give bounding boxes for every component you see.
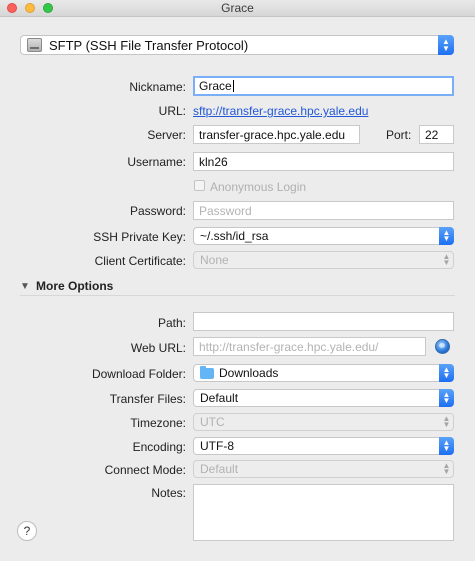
- encoding-select[interactable]: UTF-8 ▲ ▼: [193, 437, 454, 455]
- divider: [20, 295, 455, 296]
- window-title: Grace: [221, 1, 254, 15]
- notes-textarea[interactable]: [193, 484, 454, 541]
- title-bar: Grace: [0, 0, 475, 17]
- ssh-key-label: SSH Private Key:: [93, 230, 186, 244]
- transfer-files-label: Transfer Files:: [109, 392, 186, 406]
- folder-icon: [200, 366, 214, 379]
- download-folder-label: Download Folder:: [91, 367, 186, 381]
- port-label: Port:: [386, 128, 412, 142]
- nickname-value: Grace: [199, 79, 232, 93]
- username-label: Username:: [127, 155, 186, 169]
- chevron-updown-icon: ▲ ▼: [439, 437, 454, 455]
- transfer-files-select[interactable]: Default ▲ ▼: [193, 389, 454, 407]
- server-label: Server:: [147, 128, 186, 142]
- web-url-label: Web URL:: [130, 341, 186, 355]
- text-cursor: [232, 80, 234, 92]
- encoding-label: Encoding:: [132, 440, 186, 454]
- path-label: Path:: [157, 316, 186, 330]
- server-field[interactable]: transfer-grace.hpc.yale.edu: [193, 125, 360, 144]
- password-field[interactable]: Password: [193, 201, 454, 220]
- connect-mode-label: Connect Mode:: [104, 463, 186, 477]
- server-value: transfer-grace.hpc.yale.edu: [199, 128, 346, 142]
- path-field[interactable]: [193, 312, 454, 331]
- chevron-updown-icon: ▲ ▼: [442, 461, 451, 476]
- download-folder-select[interactable]: Downloads ▲ ▼: [193, 364, 454, 382]
- anonymous-login-label: Anonymous Login: [210, 180, 307, 194]
- timezone-label: Timezone:: [130, 416, 186, 430]
- port-field[interactable]: 22: [419, 125, 454, 144]
- username-value: kln26: [199, 155, 228, 169]
- anonymous-login-checkbox[interactable]: [194, 180, 205, 191]
- disclosure-triangle-icon[interactable]: ▼: [20, 281, 30, 292]
- client-certificate-label: Client Certificate:: [94, 254, 186, 268]
- username-field[interactable]: kln26: [193, 152, 454, 171]
- web-url-placeholder: http://transfer-grace.hpc.yale.edu/: [199, 340, 379, 354]
- transfer-files-value: Default: [200, 391, 239, 405]
- url-link[interactable]: sftp://transfer-grace.hpc.yale.edu: [193, 104, 368, 118]
- protocol-select[interactable]: SFTP (SSH File Transfer Protocol) ▲ ▼: [20, 35, 454, 55]
- timezone-value: UTC: [200, 415, 225, 429]
- globe-icon[interactable]: [435, 339, 450, 354]
- nickname-label: Nickname:: [129, 80, 186, 94]
- drive-icon: [27, 38, 42, 52]
- nickname-field[interactable]: Grace: [193, 76, 454, 96]
- protocol-select-value: SFTP (SSH File Transfer Protocol): [49, 38, 249, 53]
- chevron-updown-icon: ▲ ▼: [442, 414, 451, 429]
- chevron-updown-icon: ▲ ▼: [442, 252, 451, 267]
- bookmark-window: Grace SFTP (SSH File Transfer Protocol) …: [0, 0, 475, 561]
- web-url-field[interactable]: http://transfer-grace.hpc.yale.edu/: [193, 337, 426, 356]
- help-button[interactable]: ?: [17, 521, 37, 541]
- ssh-key-value: ~/.ssh/id_rsa: [200, 229, 269, 243]
- port-value: 22: [425, 128, 439, 142]
- chevron-updown-icon: ▲ ▼: [439, 364, 454, 382]
- password-label: Password:: [129, 204, 186, 218]
- client-certificate-select[interactable]: None ▲ ▼: [193, 251, 454, 269]
- notes-label: Notes:: [151, 486, 186, 500]
- chevron-updown-icon: ▲ ▼: [439, 227, 454, 245]
- connect-mode-value: Default: [200, 462, 239, 476]
- url-label: URL:: [158, 104, 186, 118]
- ssh-key-select[interactable]: ~/.ssh/id_rsa ▲ ▼: [193, 227, 454, 245]
- client-certificate-value: None: [200, 253, 229, 267]
- encoding-value: UTF-8: [200, 439, 234, 453]
- password-placeholder: Password: [199, 204, 252, 218]
- chevron-updown-icon: ▲ ▼: [438, 35, 454, 55]
- chevron-updown-icon: ▲ ▼: [439, 389, 454, 407]
- timezone-select[interactable]: UTC ▲ ▼: [193, 413, 454, 431]
- more-options-toggle[interactable]: More Options: [36, 279, 113, 293]
- download-folder-value: Downloads: [219, 366, 279, 380]
- connect-mode-select[interactable]: Default ▲ ▼: [193, 460, 454, 478]
